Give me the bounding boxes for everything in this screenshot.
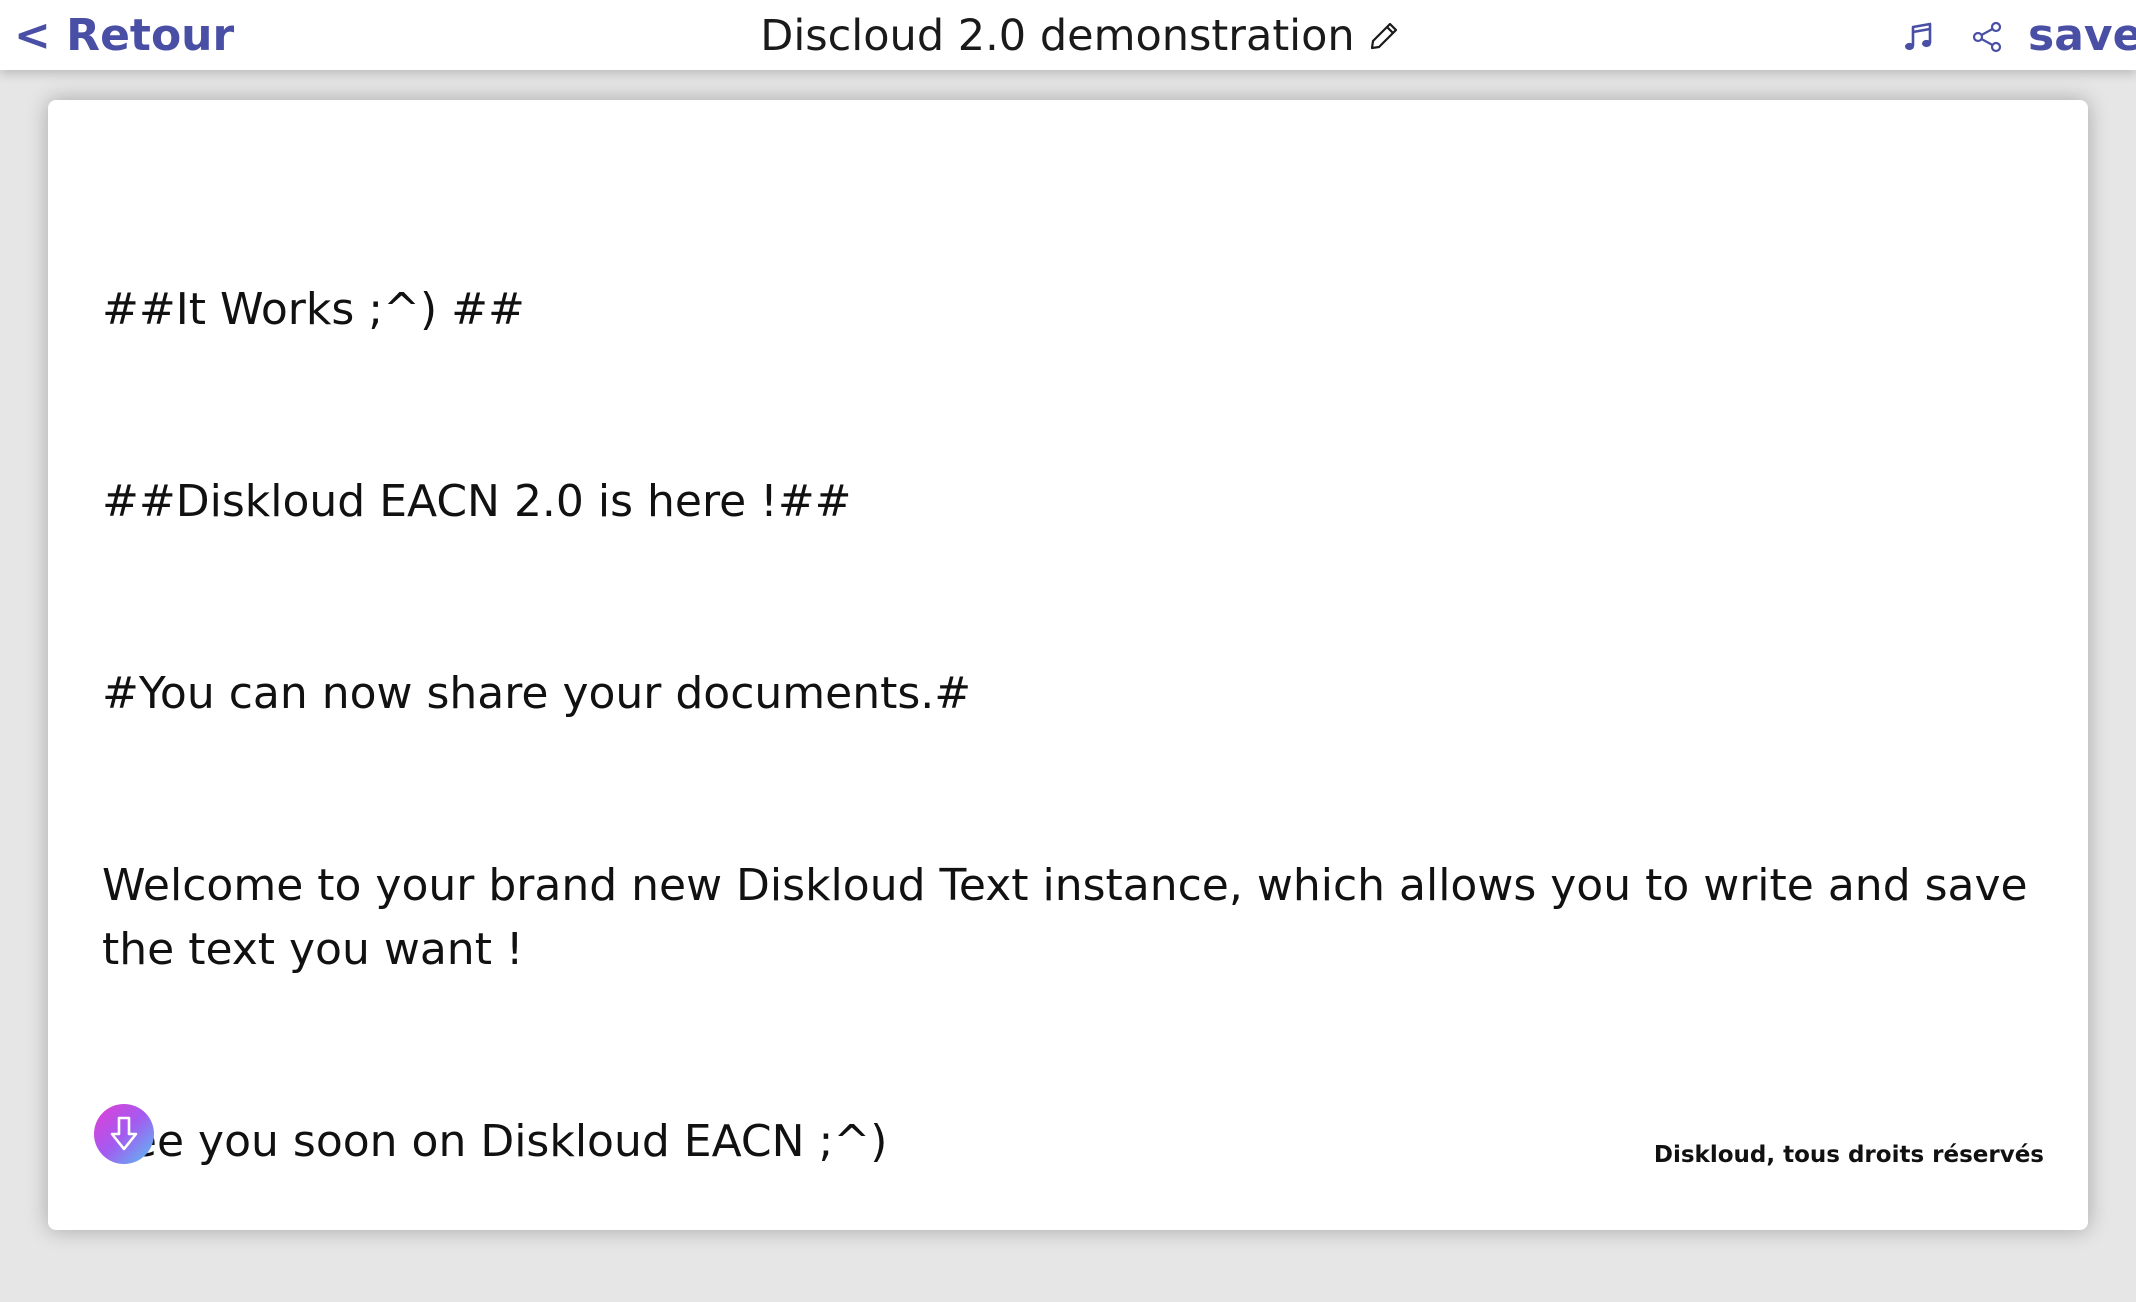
download-arrow-icon [110,1116,138,1151]
editor-line: ##Diskloud EACN 2.0 is here !## [102,476,852,527]
editor-line: ##It Works ;^) ## [102,284,525,335]
music-note-icon[interactable] [1902,20,1936,54]
save-button[interactable]: save [2028,8,2136,64]
top-bar: < Retour Discloud 2.0 demonstration save [0,0,2136,70]
title-area: Discloud 2.0 demonstration [760,8,1400,73]
document-title: Discloud 2.0 demonstration [760,11,1355,61]
editor-line: #You can now share your documents.# [102,668,972,719]
share-icon[interactable] [1970,20,2004,54]
editor-card: ##It Works ;^) ## ##Diskloud EACN 2.0 is… [48,100,2088,1230]
copyright-text: Diskloud, tous droits réservés [1653,1142,2044,1168]
text-editor[interactable]: ##It Works ;^) ## ##Diskloud EACN 2.0 is… [102,150,2062,1302]
back-button[interactable]: < Retour [14,8,234,64]
editor-line: Welcome to your brand new Diskloud Text … [102,860,2042,975]
pencil-icon[interactable] [1368,20,1400,52]
download-button[interactable] [94,1104,154,1164]
